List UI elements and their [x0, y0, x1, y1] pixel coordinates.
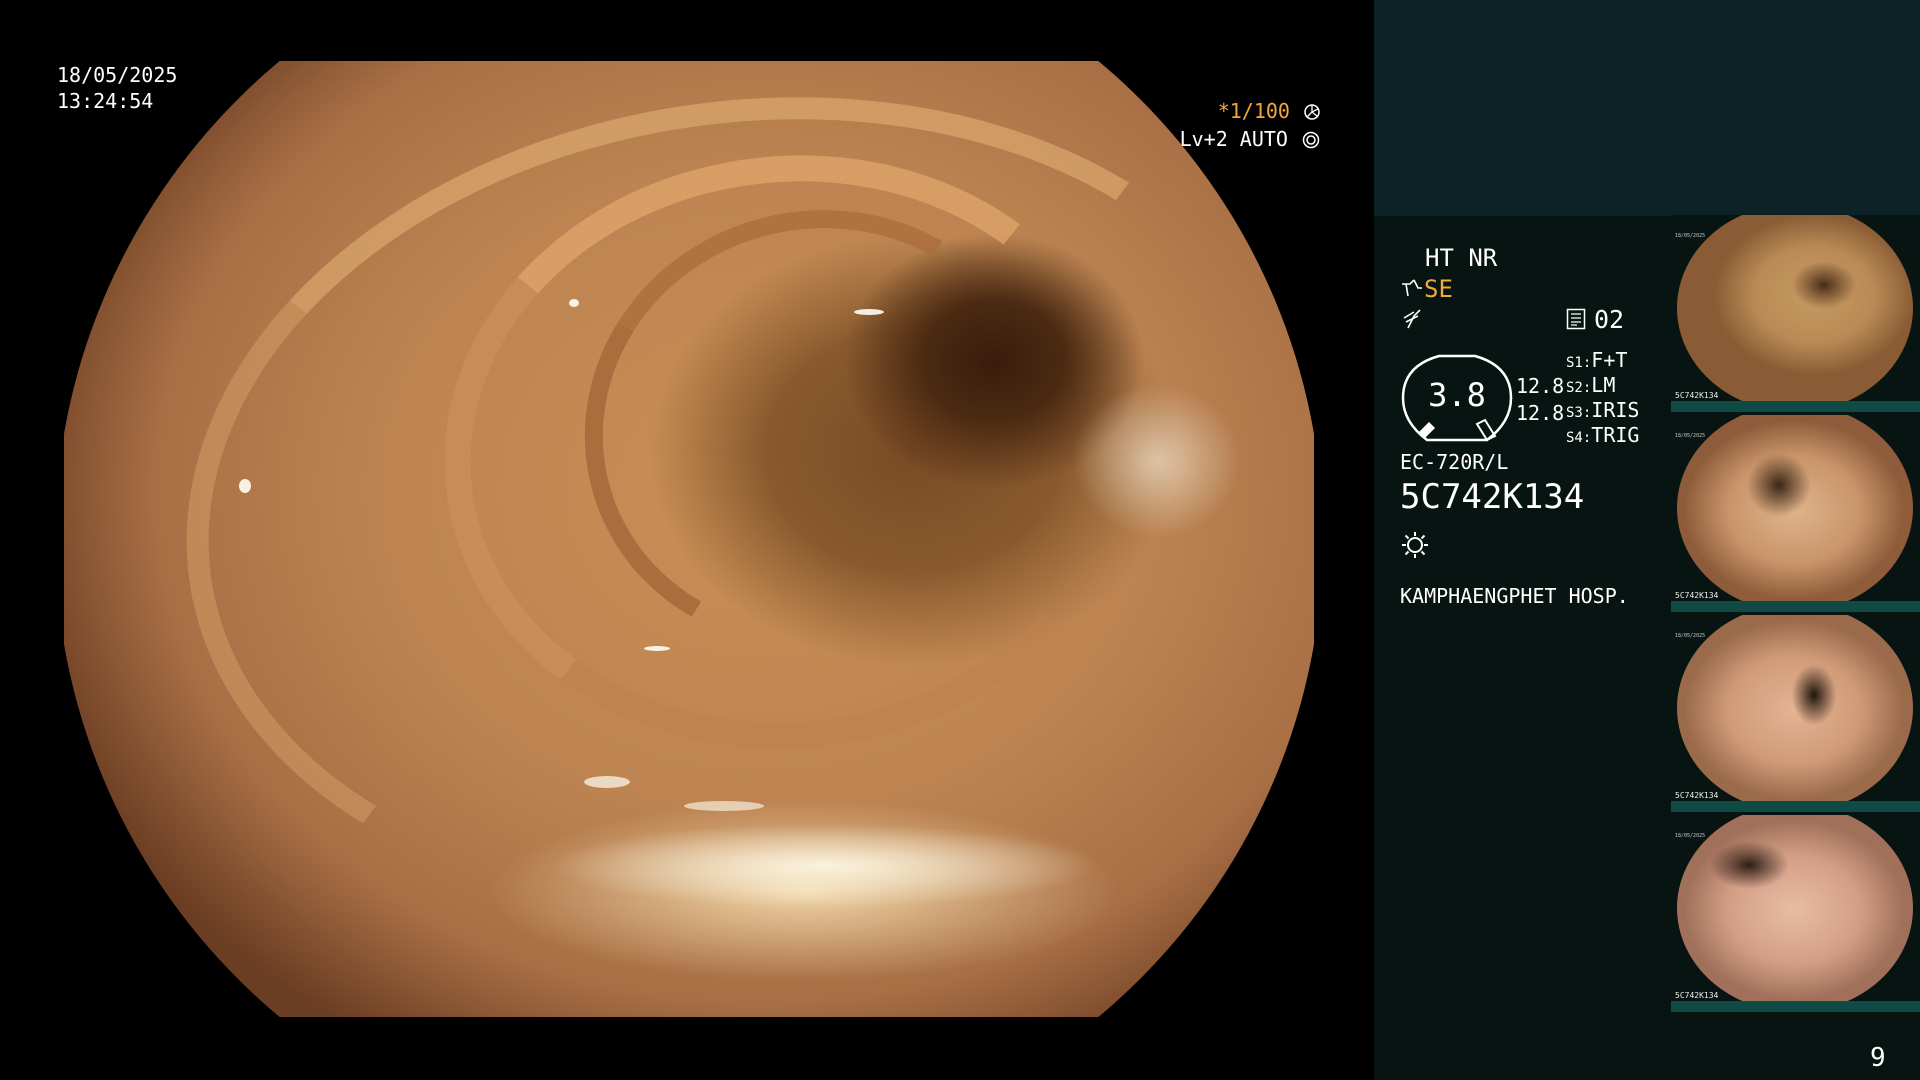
- shutter-icon: [1304, 104, 1320, 120]
- iris-icon: [1302, 131, 1320, 149]
- shutter-speed-value: *1/100: [1217, 99, 1290, 123]
- thumbnail-image: [1677, 215, 1913, 401]
- shutter-speed-readout: *1/100: [1218, 99, 1320, 124]
- light-reflection: [684, 801, 764, 811]
- capture-time: 13:24:54: [57, 89, 154, 113]
- thumbnail-serial: 5C742K134: [1675, 791, 1719, 800]
- readout-value-upper: 12.8: [1516, 374, 1565, 398]
- thumbnail-date: 18/05/2025: [1675, 833, 1706, 839]
- capture-date: 18/05/2025: [57, 63, 178, 87]
- endoscopic-view: [64, 61, 1314, 1017]
- light-reflection: [644, 646, 670, 651]
- thumbnail-date: 18/05/2025: [1675, 633, 1706, 639]
- switch-key: S4:: [1566, 430, 1592, 446]
- thumbnail-strip: [1671, 801, 1920, 812]
- thumbnail-capture[interactable]: 18/05/2025 5C742K134: [1671, 215, 1920, 412]
- switch-row-s1: S1:F+T: [1566, 348, 1627, 375]
- thumbnail-capture[interactable]: 18/05/2025 5C742K134: [1671, 815, 1920, 1012]
- thumbnail-date: 18/05/2025: [1675, 433, 1706, 439]
- thumbnail-capture[interactable]: 18/05/2025 5C742K134: [1671, 615, 1920, 812]
- thumbnail-image: [1677, 415, 1913, 601]
- thumbnail-serial: 5C742K134: [1675, 991, 1719, 1000]
- thumbnail-strip: [1671, 1001, 1920, 1012]
- readout-value-lower: 12.8: [1516, 401, 1565, 425]
- thumbnail-image: [1677, 615, 1913, 801]
- thumbnail-serial: 5C742K134: [1675, 591, 1719, 600]
- thumbnail-image: [1677, 815, 1913, 1001]
- switch-value: IRIS: [1591, 398, 1640, 422]
- light-reflection: [584, 776, 630, 788]
- scope-serial: 5C742K134: [1400, 477, 1585, 517]
- switch-value: LM: [1591, 373, 1616, 397]
- switch-key: S1:: [1566, 355, 1592, 371]
- light-reflection: [854, 309, 884, 315]
- light-reflection: [569, 299, 579, 307]
- thumbnail-date: 18/05/2025: [1675, 233, 1706, 239]
- panel-header-area: [1374, 0, 1920, 216]
- gauge-value: 3.8: [1428, 376, 1486, 414]
- switch-key: S2:: [1566, 380, 1592, 396]
- thumbnail-capture[interactable]: 18/05/2025 5C742K134: [1671, 415, 1920, 612]
- thumbnail-strip: [1671, 401, 1920, 412]
- bolt-icon: [1403, 309, 1421, 329]
- switch-row-s4: S4:TRIG: [1566, 423, 1639, 450]
- se-icon: [1402, 279, 1422, 297]
- thumbnail-serial: 5C742K134: [1675, 391, 1719, 400]
- memory-number: 02: [1594, 305, 1625, 334]
- structure-enhancement-row: SE: [1400, 275, 1453, 303]
- switch-value: TRIG: [1591, 423, 1640, 447]
- memory-icon: [1566, 308, 1586, 330]
- light-reflection: [239, 479, 251, 493]
- switch-row-s2: S2:LM: [1566, 373, 1615, 400]
- hyper-tone-setting: HT NR: [1425, 244, 1498, 272]
- switch-value: F+T: [1591, 348, 1628, 372]
- switch-row-s3: S3:IRIS: [1566, 398, 1639, 425]
- switch-key: S3:: [1566, 405, 1592, 421]
- iris-readout: Lv+2 AUTO: [1180, 127, 1320, 152]
- thumbnail-strip: [1671, 601, 1920, 612]
- scope-model: EC-720R/L: [1400, 450, 1509, 474]
- iris-value: Lv+2 AUTO: [1179, 127, 1288, 151]
- light-icon: [1402, 532, 1428, 558]
- se-label: SE: [1424, 275, 1453, 303]
- hospital-name: KAMPHAENGPHET HOSP.: [1400, 584, 1629, 608]
- endoscopy-screen: 18/05/2025 13:24:54 *1/100 Lv+2 AUTO HT …: [0, 0, 1920, 1080]
- page-number: 9: [1870, 1043, 1886, 1073]
